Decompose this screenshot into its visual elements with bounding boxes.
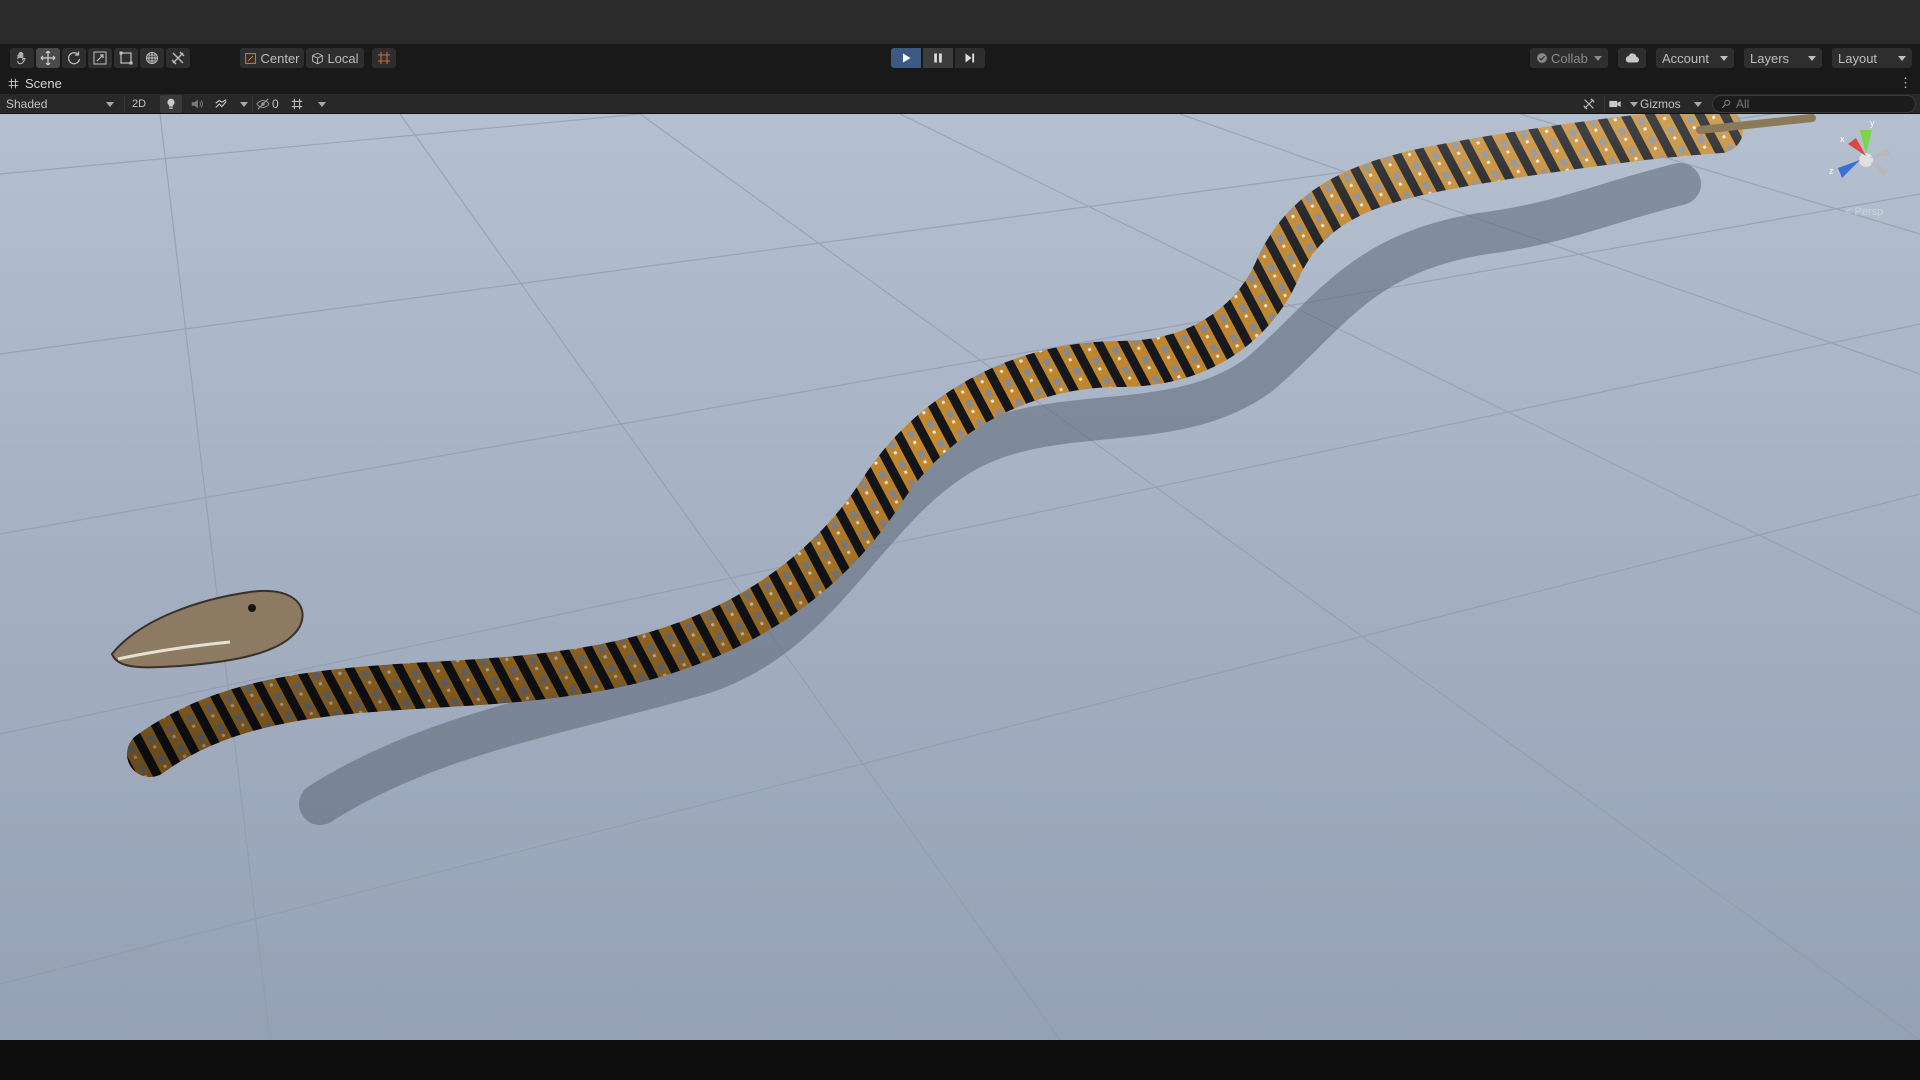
x-axis-label: x [1840, 134, 1845, 144]
layers-label: Layers [1750, 50, 1790, 66]
hidden-objects-toggle[interactable]: 0 [256, 95, 284, 113]
account-dropdown[interactable]: Account [1656, 48, 1734, 68]
draw-mode-dropdown[interactable]: Shaded [2, 95, 118, 113]
main-toolbar: Center Local Collab Account Layers Layou… [0, 44, 1920, 72]
pivot-icon [245, 52, 257, 64]
cloud-icon [1625, 53, 1640, 63]
lighting-toggle[interactable] [160, 95, 182, 113]
collab-dropdown[interactable]: Collab [1530, 48, 1608, 68]
pivot-center-button[interactable]: Center [240, 48, 304, 68]
layout-dropdown[interactable]: Layout [1832, 48, 1912, 68]
scene-tools-button[interactable] [1578, 95, 1600, 113]
chevron-down-icon [1694, 101, 1702, 107]
grid-visibility-dropdown[interactable] [290, 95, 326, 113]
hand-icon [17, 51, 26, 65]
snake-eye [248, 604, 256, 612]
projection-label[interactable]: < Persp [1845, 206, 1883, 218]
rect-tool-button[interactable] [114, 48, 138, 68]
gizmos-label: Gizmos [1640, 97, 1681, 111]
divider [1604, 96, 1605, 112]
toggle-2d-label: 2D [131, 98, 147, 110]
draw-mode-label: Shaded [6, 97, 48, 111]
audio-toggle[interactable] [186, 95, 208, 113]
play-button[interactable] [891, 48, 921, 68]
scene-view-toolbar: Shaded 2D 0 Gizmos All [0, 94, 1920, 114]
pause-button[interactable] [923, 48, 953, 68]
grid-icon [8, 78, 19, 88]
neg-z-cone[interactable] [1870, 148, 1890, 158]
camera-settings-dropdown[interactable] [1608, 95, 1638, 113]
divider [252, 96, 253, 112]
rotate-tool-button[interactable] [62, 48, 86, 68]
space-label: Local [327, 50, 359, 66]
panel-tab-bar: Scene ⋮ [0, 72, 1920, 94]
speaker-icon [191, 99, 203, 109]
layout-label: Layout [1838, 50, 1878, 66]
chevron-down-icon [1594, 55, 1602, 61]
tab-menu-icon[interactable]: ⋮ [1899, 75, 1912, 91]
lightbulb-icon [167, 98, 175, 109]
camera-icon [1609, 100, 1621, 108]
pivot-local-button[interactable]: Local [306, 48, 364, 68]
account-label: Account [1662, 50, 1709, 66]
chevron-down-icon [318, 101, 326, 107]
tools-icon [171, 51, 185, 65]
effects-icon [215, 99, 227, 108]
pivot-label: Center [260, 50, 300, 66]
layers-dropdown[interactable]: Layers [1744, 48, 1822, 68]
z-axis-label: z [1829, 166, 1834, 176]
tab-scene[interactable]: Scene [8, 72, 62, 94]
step-icon [965, 53, 975, 63]
rect-icon [119, 51, 133, 65]
z-axis-cone[interactable] [1838, 160, 1860, 178]
orientation-gizmo[interactable]: y x z [1826, 118, 1906, 198]
move-icon [40, 50, 56, 66]
scale-tool-button[interactable] [88, 48, 112, 68]
chevron-down-icon [240, 101, 248, 107]
transform-icon [146, 52, 158, 64]
chevron-down-icon [106, 101, 114, 107]
check-circle-icon [1537, 53, 1547, 63]
hand-tool-button[interactable] [10, 48, 34, 68]
grid-snap-button[interactable] [372, 48, 396, 68]
pause-icon [934, 53, 942, 63]
y-axis-label: y [1870, 118, 1875, 128]
divider [124, 96, 125, 112]
chevron-down-icon [1720, 55, 1728, 61]
floor-plane [0, 114, 1920, 1040]
chevron-down-icon [1808, 55, 1816, 61]
search-icon [1721, 99, 1731, 109]
neg-x-cone[interactable] [1870, 162, 1888, 178]
title-bar [0, 0, 1920, 44]
hidden-count: 0 [272, 97, 279, 111]
move-tool-button[interactable] [36, 48, 60, 68]
local-cube-icon [312, 52, 324, 64]
play-icon [903, 53, 911, 63]
eye-slash-icon [256, 98, 270, 110]
search-placeholder: All [1736, 97, 1750, 111]
scene-search-input[interactable]: All [1712, 95, 1916, 113]
toggle-2d-button[interactable]: 2D [128, 95, 150, 113]
gizmos-dropdown[interactable]: Gizmos [1640, 95, 1702, 113]
effects-dropdown[interactable] [214, 95, 248, 113]
grid-icon [291, 98, 303, 110]
tools-icon [1583, 98, 1595, 110]
cloud-button[interactable] [1618, 48, 1646, 68]
step-button[interactable] [955, 48, 985, 68]
chevron-down-icon [1898, 55, 1906, 61]
scale-icon [93, 51, 107, 65]
transform-tool-button[interactable] [140, 48, 164, 68]
scene-render [0, 114, 1920, 1040]
grid-snap-icon [378, 52, 390, 64]
scene-viewport[interactable]: y x z < Persp [0, 114, 1920, 1040]
chevron-down-icon [1630, 101, 1638, 107]
custom-tool-button[interactable] [166, 48, 190, 68]
tab-scene-label: Scene [25, 75, 62, 91]
status-bar [0, 1040, 1920, 1080]
collab-label: Collab [1551, 50, 1588, 66]
rotate-icon [67, 51, 81, 65]
